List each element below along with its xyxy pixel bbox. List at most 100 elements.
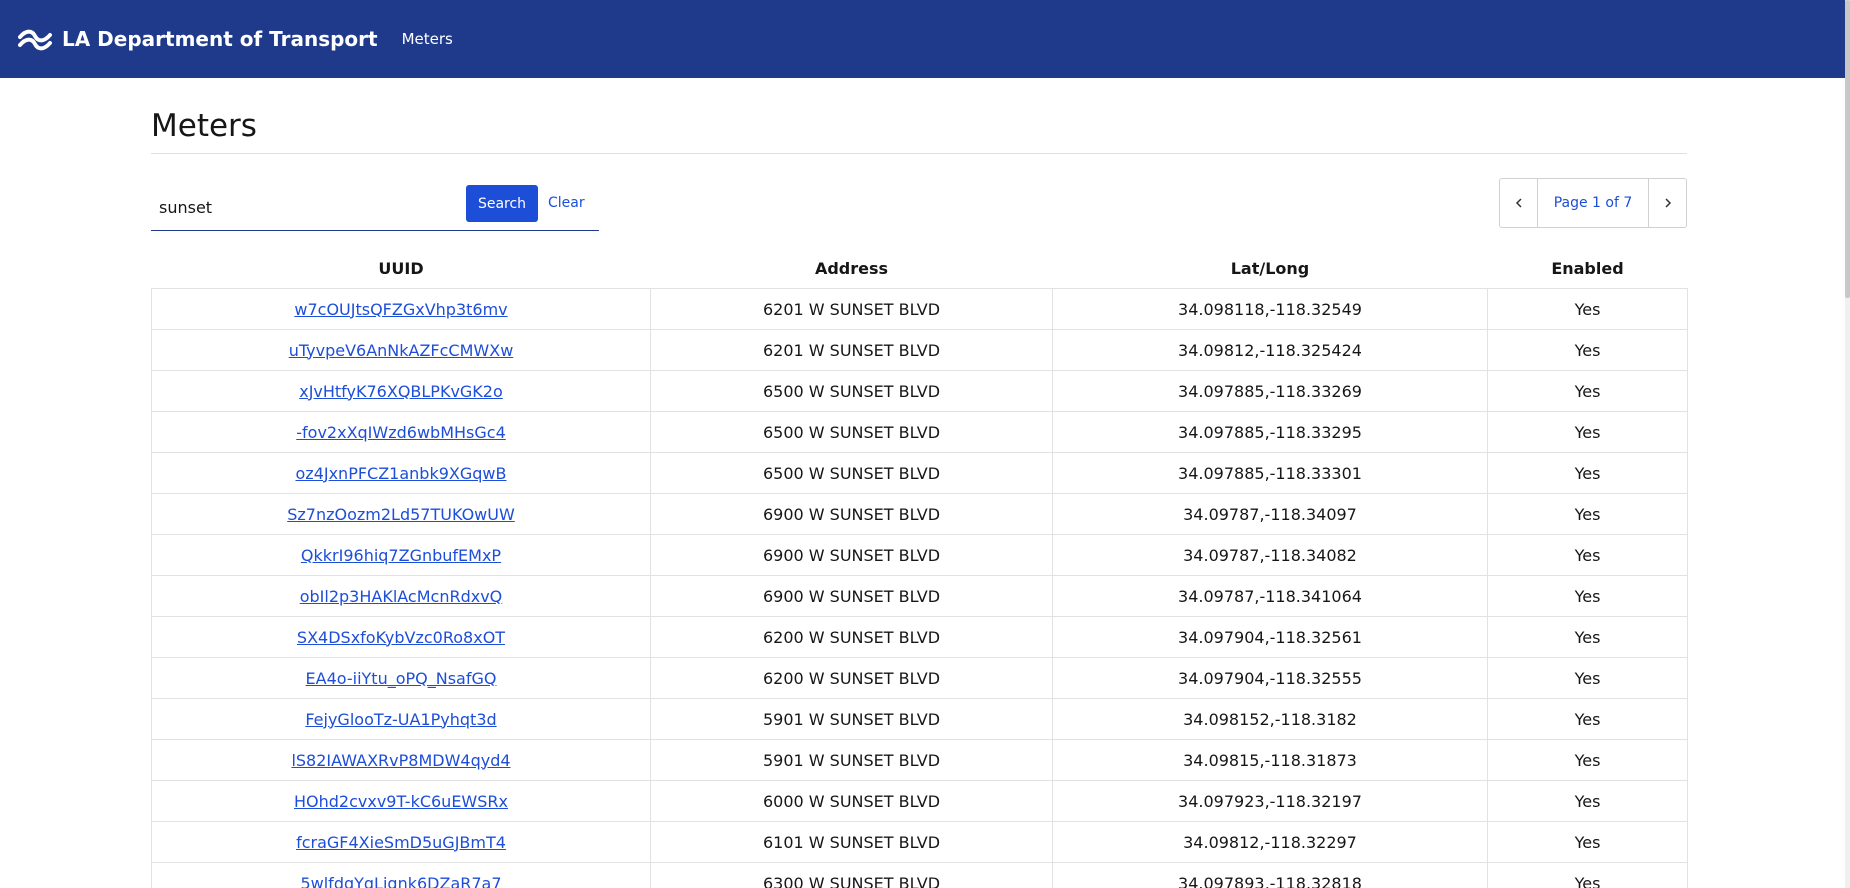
meter-uuid-link[interactable]: oz4JxnPFCZ1anbk9XGqwB [296, 464, 507, 483]
meter-uuid-link[interactable]: fcraGF4XieSmD5uGJBmT4 [296, 833, 506, 852]
cell-address: 5901 W SUNSET BLVD [650, 698, 1053, 740]
meters-table: UUID Address Lat/Long Enabled w7cOUJtsQF… [151, 248, 1688, 888]
clear-button[interactable]: Clear [544, 185, 589, 222]
cell-latlong: 34.097885,-118.33301 [1052, 452, 1488, 494]
cell-address: 6500 W SUNSET BLVD [650, 452, 1053, 494]
cell-address: 6500 W SUNSET BLVD [650, 370, 1053, 412]
top-navbar: LA Department of Transport Meters [0, 0, 1845, 78]
cell-enabled: Yes [1487, 411, 1688, 453]
meter-uuid-link[interactable]: HOhd2cvxv9T-kC6uEWSRx [294, 792, 508, 811]
scrollbar[interactable] [1845, 0, 1850, 888]
cell-latlong: 34.09787,-118.34097 [1052, 493, 1488, 535]
nav-link-meters[interactable]: Meters [402, 30, 453, 48]
cell-uuid: oz4JxnPFCZ1anbk9XGqwB [151, 452, 651, 494]
table-row: fcraGF4XieSmD5uGJBmT4 6101 W SUNSET BLVD 3… [151, 821, 1688, 863]
meter-uuid-link[interactable]: Sz7nzOozm2Ld57TUKOwUW [287, 505, 515, 524]
cell-address: 6300 W SUNSET BLVD [650, 862, 1053, 888]
cell-address: 6200 W SUNSET BLVD [650, 616, 1053, 658]
cell-latlong: 34.09815,-118.31873 [1052, 739, 1488, 781]
search-form: Search Clear [151, 185, 599, 231]
cell-address: 6101 W SUNSET BLVD [650, 821, 1053, 863]
search-input[interactable] [151, 185, 461, 229]
cell-enabled: Yes [1487, 616, 1688, 658]
cell-enabled: Yes [1487, 452, 1688, 494]
cell-latlong: 34.097885,-118.33269 [1052, 370, 1488, 412]
cell-latlong: 34.097904,-118.32555 [1052, 657, 1488, 699]
scrollbar-thumb[interactable] [1845, 0, 1850, 298]
column-header-address: Address [814, 258, 889, 278]
cell-latlong: 34.097904,-118.32561 [1052, 616, 1488, 658]
column-header-enabled: Enabled [1551, 258, 1624, 278]
cell-uuid: uTyvpeV6AnNkAZFcCMWXw [151, 329, 651, 371]
meter-uuid-link[interactable]: uTyvpeV6AnNkAZFcCMWXw [289, 341, 514, 360]
table-row: -fov2xXqIWzd6wbMHsGc4 6500 W SUNSET BLVD 3… [151, 411, 1688, 453]
table-row: w7cOUJtsQFZGxVhp3t6mv 6201 W SUNSET BLVD 3… [151, 288, 1688, 330]
cell-address: 6900 W SUNSET BLVD [650, 493, 1053, 535]
cell-uuid: FejyGlooTz-UA1Pyhqt3d [151, 698, 651, 740]
cell-enabled: Yes [1487, 739, 1688, 781]
table-row: FejyGlooTz-UA1Pyhqt3d 5901 W SUNSET BLVD 3… [151, 698, 1688, 740]
meter-uuid-link[interactable]: 5wlfdqYqLiqnk6DZaR7a7 [300, 874, 501, 888]
cell-latlong: 34.09812,-118.32297 [1052, 821, 1488, 863]
table-row: lS82IAWAXRvP8MDW4qyd4 5901 W SUNSET BLVD 3… [151, 739, 1688, 781]
table-row: oz4JxnPFCZ1anbk9XGqwB 6500 W SUNSET BLVD 3… [151, 452, 1688, 494]
meter-uuid-link[interactable]: EA4o-iiYtu_oPQ_NsafGQ [306, 669, 497, 688]
search-button[interactable]: Search [466, 185, 538, 222]
chevron-left-icon [1515, 198, 1522, 208]
cell-enabled: Yes [1487, 370, 1688, 412]
table-body: w7cOUJtsQFZGxVhp3t6mv 6201 W SUNSET BLVD 3… [151, 288, 1688, 888]
cell-enabled: Yes [1487, 575, 1688, 617]
cell-enabled: Yes [1487, 493, 1688, 535]
chevron-right-icon [1664, 198, 1671, 208]
cell-latlong: 34.098118,-118.32549 [1052, 288, 1488, 330]
cell-enabled: Yes [1487, 657, 1688, 699]
prev-page-button[interactable] [1500, 179, 1538, 227]
cell-uuid: lS82IAWAXRvP8MDW4qyd4 [151, 739, 651, 781]
table-row: QkkrI96hiq7ZGnbufEMxP 6900 W SUNSET BLVD 3… [151, 534, 1688, 576]
cell-uuid: HOhd2cvxv9T-kC6uEWSRx [151, 780, 651, 822]
main-content: Meters Search Clear Page 1 of 7 [151, 78, 1687, 245]
cell-latlong: 34.097923,-118.32197 [1052, 780, 1488, 822]
meter-uuid-link[interactable]: lS82IAWAXRvP8MDW4qyd4 [291, 751, 510, 770]
cell-uuid: 5wlfdqYqLiqnk6DZaR7a7 [151, 862, 651, 888]
cell-uuid: QkkrI96hiq7ZGnbufEMxP [151, 534, 651, 576]
meter-uuid-link[interactable]: FejyGlooTz-UA1Pyhqt3d [305, 710, 496, 729]
table-row: Sz7nzOozm2Ld57TUKOwUW 6900 W SUNSET BLVD 3… [151, 493, 1688, 535]
cell-enabled: Yes [1487, 862, 1688, 888]
brand-title: LA Department of Transport [62, 27, 378, 51]
table-row: EA4o-iiYtu_oPQ_NsafGQ 6200 W SUNSET BLVD 3… [151, 657, 1688, 699]
cell-enabled: Yes [1487, 821, 1688, 863]
meter-uuid-link[interactable]: w7cOUJtsQFZGxVhp3t6mv [294, 300, 507, 319]
cell-uuid: xJvHtfyK76XQBLPKvGK2o [151, 370, 651, 412]
table-row: SX4DSxfoKybVzc0Ro8xOT 6200 W SUNSET BLVD 3… [151, 616, 1688, 658]
meter-uuid-link[interactable]: QkkrI96hiq7ZGnbufEMxP [301, 546, 501, 565]
cell-address: 6500 W SUNSET BLVD [650, 411, 1053, 453]
meter-uuid-link[interactable]: SX4DSxfoKybVzc0Ro8xOT [297, 628, 505, 647]
cell-address: 6900 W SUNSET BLVD [650, 534, 1053, 576]
cell-latlong: 34.09787,-118.34082 [1052, 534, 1488, 576]
page: LA Department of Transport Meters Meters… [0, 0, 1850, 888]
cell-uuid: EA4o-iiYtu_oPQ_NsafGQ [151, 657, 651, 699]
toolbar: Search Clear Page 1 of 7 [151, 178, 1687, 245]
table-row: HOhd2cvxv9T-kC6uEWSRx 6000 W SUNSET BLVD 3… [151, 780, 1688, 822]
meter-uuid-link[interactable]: -fov2xXqIWzd6wbMHsGc4 [296, 423, 506, 442]
page-indicator: Page 1 of 7 [1553, 195, 1633, 211]
meter-uuid-link[interactable]: xJvHtfyK76XQBLPKvGK2o [299, 382, 503, 401]
cell-latlong: 34.09812,-118.325424 [1052, 329, 1488, 371]
cell-uuid: SX4DSxfoKybVzc0Ro8xOT [151, 616, 651, 658]
table-row: uTyvpeV6AnNkAZFcCMWXw 6201 W SUNSET BLVD 3… [151, 329, 1688, 371]
cell-address: 6900 W SUNSET BLVD [650, 575, 1053, 617]
cell-enabled: Yes [1487, 534, 1688, 576]
cell-latlong: 34.097893,-118.32818 [1052, 862, 1488, 888]
meter-uuid-link[interactable]: obIl2p3HAKlAcMcnRdxvQ [300, 587, 503, 606]
cell-uuid: obIl2p3HAKlAcMcnRdxvQ [151, 575, 651, 617]
next-page-button[interactable] [1648, 179, 1686, 227]
wave-logo-icon [18, 29, 52, 51]
brand-link[interactable]: LA Department of Transport [18, 27, 378, 51]
cell-address: 6201 W SUNSET BLVD [650, 288, 1053, 330]
table-row: obIl2p3HAKlAcMcnRdxvQ 6900 W SUNSET BLVD 3… [151, 575, 1688, 617]
cell-enabled: Yes [1487, 288, 1688, 330]
cell-enabled: Yes [1487, 329, 1688, 371]
cell-address: 6200 W SUNSET BLVD [650, 657, 1053, 699]
column-header-latlong: Lat/Long [1230, 258, 1310, 278]
